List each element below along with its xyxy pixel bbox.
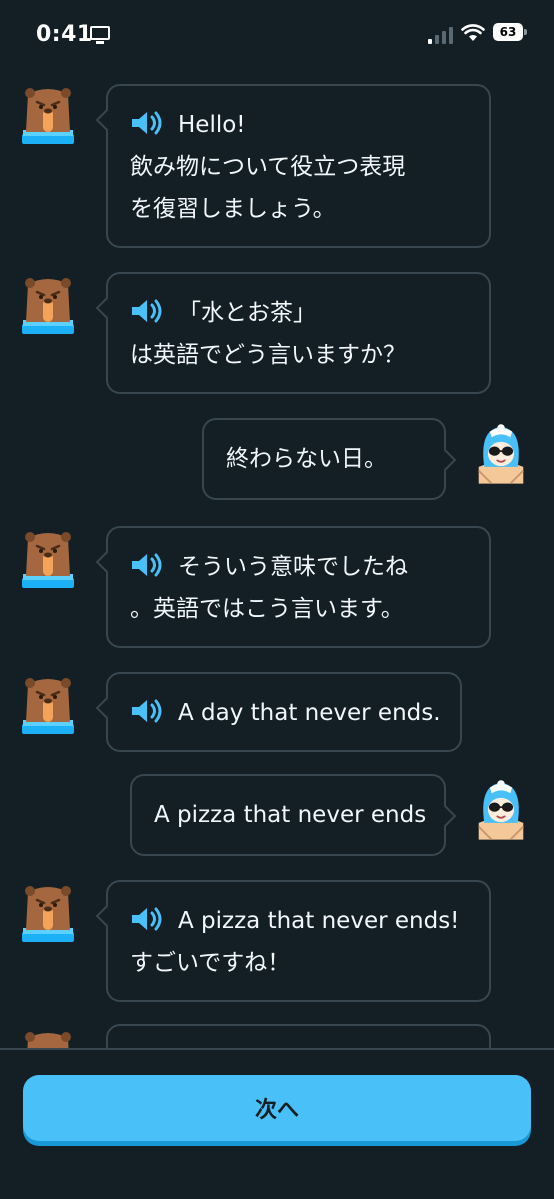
next-button[interactable]: 次へ: [23, 1075, 531, 1141]
battery-indicator: 63: [493, 23, 527, 41]
user-message-bubble: 終わらない日。: [202, 418, 457, 500]
message-text: 飲み物について役立つ表現: [130, 154, 406, 180]
message-text: A pizza that never ends!: [178, 908, 460, 934]
cellular-signal-icon: [428, 26, 454, 44]
message-bubble: Hello! 飲み物について役立つ表現 を復習しましょう。: [95, 84, 491, 248]
message-text: を復習しましょう。: [130, 196, 336, 222]
message-bubble-partial: [106, 1024, 491, 1048]
bear-avatar: [22, 278, 74, 334]
footer: 次へ: [0, 1048, 554, 1199]
message-bubble: 「水とお茶」 は英語でどう言いますか？: [95, 272, 491, 394]
message-text: 「水とお茶」: [178, 300, 316, 326]
speaker-icon[interactable]: [130, 698, 164, 724]
chat-thread[interactable]: Hello! 飲み物について役立つ表現 を復習しましょう。 「水とお茶」 は英語…: [0, 70, 554, 1048]
message-text: 終わらない日。: [226, 446, 387, 472]
message-bubble: A pizza that never ends! すごいですね！: [95, 880, 491, 1002]
user-avatar: [478, 424, 524, 484]
user-message-bubble: A pizza that never ends: [130, 774, 457, 856]
bear-avatar: [22, 886, 74, 942]
message-bubble: A day that never ends.: [95, 672, 462, 752]
message-bubble: そういう意味でしたね 。英語ではこう言います。: [95, 526, 491, 648]
bear-avatar: [25, 1032, 71, 1048]
wifi-icon: [461, 24, 485, 41]
bear-avatar: [22, 88, 74, 144]
message-text: A pizza that never ends: [154, 802, 427, 828]
speaker-icon[interactable]: [130, 298, 164, 324]
speaker-icon[interactable]: [130, 552, 164, 578]
message-text: は英語でどう言いますか？: [130, 342, 406, 368]
status-bar: 0:41 63: [0, 0, 554, 70]
bear-avatar: [22, 532, 74, 588]
bear-avatar: [22, 678, 74, 734]
user-avatar: [478, 780, 524, 840]
message-text: A day that never ends.: [178, 700, 441, 726]
message-text: Hello!: [178, 112, 246, 138]
screen-mirroring-icon: [90, 26, 110, 44]
status-time: 0:41: [36, 22, 93, 47]
speaker-icon[interactable]: [130, 110, 164, 136]
speaker-icon[interactable]: [130, 906, 164, 932]
message-text: そういう意味でしたね: [178, 554, 408, 580]
message-text: 。英語ではこう言います。: [130, 596, 404, 622]
message-text: すごいですね！: [130, 950, 291, 976]
